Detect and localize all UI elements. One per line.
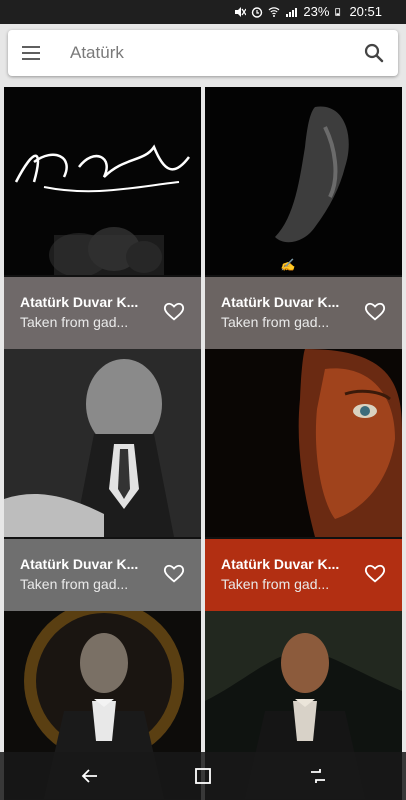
heart-icon[interactable]	[163, 563, 185, 585]
heart-icon[interactable]	[364, 301, 386, 323]
clock: 20:51	[349, 4, 382, 19]
signature-mark: ✍	[280, 258, 297, 272]
wallpaper-thumbnail[interactable]	[205, 349, 402, 537]
card-title: Atatürk Duvar K...	[20, 294, 139, 310]
heart-icon[interactable]	[364, 563, 386, 585]
navigation-bar	[0, 752, 406, 800]
wallpaper-card[interactable]: ✍ Atatürk Duvar K... Taken from gad...	[205, 87, 402, 349]
mute-icon	[235, 6, 247, 17]
battery-percent: 23%	[303, 4, 330, 19]
card-caption: Atatürk Duvar K... Taken from gad...	[4, 277, 201, 349]
card-caption: Atatürk Duvar K... Taken from gad...	[4, 539, 201, 611]
card-title: Atatürk Duvar K...	[221, 556, 340, 572]
alarm-icon	[252, 6, 263, 18]
status-icons: 23% 20:51	[234, 4, 382, 19]
wallpaper-card[interactable]: Atatürk Duvar K... Taken from gad...	[4, 87, 201, 349]
card-caption: Atatürk Duvar K... Taken from gad...	[205, 539, 402, 611]
card-title: Atatürk Duvar K...	[20, 556, 139, 572]
home-icon[interactable]	[193, 766, 213, 786]
wallpaper-card[interactable]: Atatürk Duvar K... Taken from gad...	[205, 349, 402, 611]
wifi-icon	[268, 6, 280, 17]
wallpaper-thumbnail[interactable]	[4, 349, 201, 537]
back-icon[interactable]	[80, 766, 100, 786]
card-title: Atatürk Duvar K...	[221, 294, 340, 310]
wallpaper-card[interactable]: Atatürk Duvar K... Taken from gad...	[4, 349, 201, 611]
heart-icon[interactable]	[163, 301, 185, 323]
recent-apps-icon[interactable]	[308, 766, 328, 786]
battery-icon	[335, 7, 341, 16]
card-caption: Atatürk Duvar K... Taken from gad...	[205, 277, 402, 349]
search-input[interactable]: Atatürk	[70, 43, 124, 63]
search-bar[interactable]: Atatürk	[8, 30, 398, 76]
card-subtitle: Taken from gad...	[221, 314, 330, 330]
card-subtitle: Taken from gad...	[20, 314, 129, 330]
wallpaper-thumbnail[interactable]: ✍	[205, 87, 402, 275]
wallpaper-thumbnail[interactable]	[4, 87, 201, 275]
card-subtitle: Taken from gad...	[221, 576, 330, 592]
search-icon[interactable]	[362, 41, 386, 65]
card-subtitle: Taken from gad...	[20, 576, 129, 592]
signal-icon	[286, 7, 298, 17]
menu-button[interactable]	[20, 41, 44, 65]
status-bar: 23% 20:51	[0, 0, 406, 24]
